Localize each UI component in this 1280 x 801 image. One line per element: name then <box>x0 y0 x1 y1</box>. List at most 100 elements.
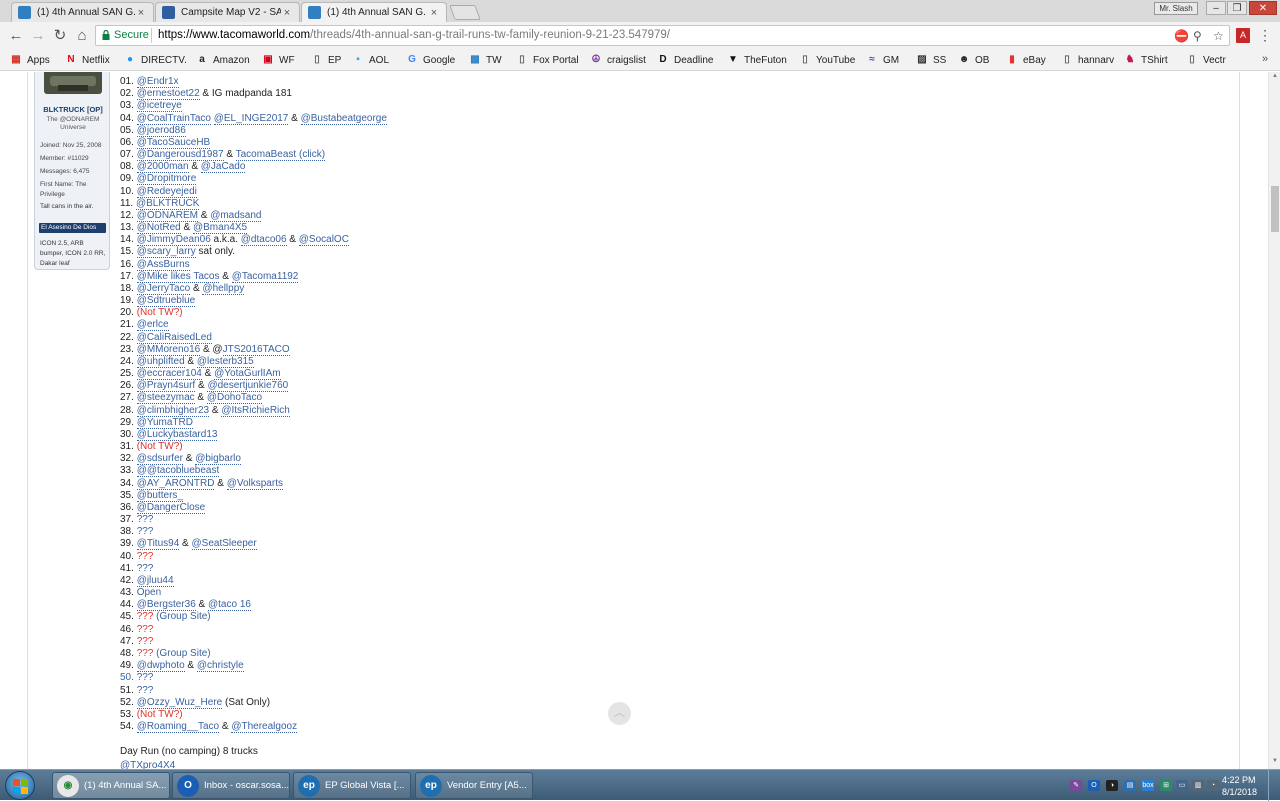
user-mention-link[interactable]: @jluu44 <box>136 574 174 587</box>
bookmark-netflix[interactable]: N Netflix <box>65 53 109 67</box>
bookmark-craigslist[interactable]: ☮ craigslist <box>590 53 646 67</box>
bookmark-thefuton[interactable]: ▼ TheFuton <box>727 53 787 67</box>
user-mention-link[interactable]: @eccracer104 <box>136 368 202 381</box>
bookmark-aol[interactable]: ▪ AOL <box>352 53 389 67</box>
taskbar-window-button[interactable]: ◉ (1) 4th Annual SA... <box>52 772 170 799</box>
tab-close-icon[interactable]: × <box>135 7 147 19</box>
browser-tab[interactable]: (1) 4th Annual SAN G. TR × <box>11 2 154 22</box>
user-mention-link[interactable]: @MMoreno16 <box>136 343 201 356</box>
scroll-to-top-button[interactable]: ︿ <box>608 702 631 725</box>
user-mention-link[interactable]: TacomaBeast (click) <box>235 149 326 162</box>
user-mention-link[interactable]: @YumaTRD <box>136 416 193 429</box>
user-mention-link[interactable]: @JaCado <box>200 161 246 174</box>
user-mention-link[interactable]: @ODNAREM <box>136 209 198 222</box>
user-mention-link[interactable]: @NotRed <box>136 222 181 235</box>
user-mention-link[interactable]: @Tacoma1192 <box>231 270 299 283</box>
bookmark-ss[interactable]: ▨ SS <box>916 53 946 67</box>
bookmark-hannarv[interactable]: ▯ hannarv <box>1061 53 1114 67</box>
system-tray-icon[interactable]: ▭ <box>1176 780 1188 791</box>
user-mention-link[interactable]: @uhplifted <box>136 355 185 368</box>
minimize-button[interactable]: – <box>1206 1 1226 15</box>
restore-button[interactable]: ❐ <box>1227 1 1247 15</box>
user-mention-link[interactable]: @erlce <box>136 319 169 332</box>
user-mention-link[interactable]: @DohoTaco <box>206 392 263 405</box>
bookmark-youtube[interactable]: ▯ YouTube <box>799 53 855 67</box>
user-mention-link[interactable]: @sdsurfer <box>136 453 183 466</box>
bookmark-gm[interactable]: ≈ GM <box>866 53 899 67</box>
bookmark-ebay[interactable]: ▮ eBay <box>1006 53 1046 67</box>
tab-close-icon[interactable]: × <box>428 7 440 19</box>
bookmark-wf[interactable]: ▣ WF <box>262 53 294 67</box>
username[interactable]: BLKTRUCK [OP] <box>35 105 111 114</box>
system-tray-icon[interactable]: ▥ <box>1192 780 1204 791</box>
user-mention-link[interactable]: @2000man <box>136 161 189 174</box>
close-window-button[interactable]: ✕ <box>1249 1 1277 15</box>
scroll-up-icon[interactable]: ▲ <box>1272 73 1278 79</box>
user-mention-link[interactable]: @SocalOC <box>298 234 349 247</box>
taskbar-window-button[interactable]: ep EP Global Vista [... <box>293 772 411 799</box>
user-mention-link[interactable]: @CoalTrainTaco <box>136 112 211 125</box>
user-mention-link[interactable]: @Bman4X5 <box>192 222 248 235</box>
start-button[interactable] <box>5 771 35 800</box>
user-mention-link[interactable]: @Roaming__Taco <box>136 721 220 733</box>
system-tray-icon[interactable]: ✎ <box>1070 780 1082 791</box>
new-tab-button[interactable] <box>449 5 481 20</box>
system-tray-icon[interactable]: O <box>1088 780 1100 791</box>
system-tray-icon[interactable]: box <box>1142 780 1154 791</box>
user-mention-link[interactable]: @icetreye <box>136 100 182 113</box>
user-mention-link[interactable]: @@tacobluebeast <box>136 465 220 478</box>
taskbar-window-button[interactable]: ep Vendor Entry [A5... <box>415 772 533 799</box>
bookmark-tw[interactable]: ▩ TW <box>469 53 501 67</box>
url-text[interactable]: https://www.tacomaworld.com/threads/4th-… <box>158 26 670 45</box>
extension-icon[interactable]: ⛔ <box>1174 27 1189 46</box>
user-mention-link[interactable]: @JimmyDean06 <box>136 234 211 247</box>
bookmark-apps[interactable]: ▦ Apps <box>10 53 50 67</box>
bookmark-tshirt[interactable]: ♞ TShirt <box>1124 53 1168 67</box>
bookmark-ep[interactable]: ▯ EP <box>311 53 341 67</box>
day-run-user-link[interactable]: @TXpro4X4 <box>120 760 175 769</box>
user-mention-link[interactable]: @hellppy <box>202 282 245 295</box>
system-tray-icon[interactable]: ⊞ <box>1160 780 1172 791</box>
home-icon[interactable]: ⌂ <box>72 26 92 46</box>
system-tray-icon[interactable]: ◑ <box>1106 780 1118 791</box>
back-icon[interactable]: ← <box>6 26 26 46</box>
bookmark-star-icon[interactable]: ☆ <box>1213 27 1224 46</box>
bookmark-directv[interactable]: ● DIRECTV. <box>124 53 187 67</box>
user-mention-link[interactable]: @desertjunkie760 <box>207 380 289 393</box>
zoom-icon[interactable]: ⚲ <box>1193 27 1202 46</box>
user-mention-link[interactable]: @ItsRichieRich <box>221 404 290 417</box>
user-mention-link[interactable]: @AssBurns <box>136 258 190 271</box>
bookmark-deadline[interactable]: D Deadline <box>657 53 713 67</box>
clock-date[interactable]: 8/1/2018 <box>1222 787 1257 797</box>
user-mention-link[interactable]: @Luckybastard13 <box>136 428 218 441</box>
reload-icon[interactable]: ↻ <box>50 26 70 46</box>
avatar[interactable] <box>44 72 102 94</box>
forward-icon[interactable]: → <box>28 26 48 46</box>
bookmark-ob[interactable]: ☻ OB <box>958 53 990 67</box>
user-mention-link[interactable]: @Bustabeatgeorge <box>300 112 387 125</box>
user-mention-link[interactable]: @steezymac <box>136 392 195 405</box>
scrollbar-thumb[interactable] <box>1271 186 1279 232</box>
user-mention-link[interactable]: @climbhigher23 <box>136 404 210 417</box>
user-mention-link[interactable]: @ernestoet22 <box>136 88 200 101</box>
user-mention-link[interactable]: @YotaGurlIAm <box>214 368 281 381</box>
show-desktop-button[interactable] <box>1268 770 1280 801</box>
user-mention-link[interactable]: @JerryTaco <box>136 282 191 295</box>
user-mention-link[interactable]: @Volksparts <box>226 477 283 490</box>
user-mention-link[interactable]: @madsand <box>210 209 262 222</box>
user-mention-link[interactable]: @christyle <box>196 660 244 673</box>
browser-menu-icon[interactable]: ⋮ <box>1258 27 1272 44</box>
system-tray-icon[interactable]: ▤ <box>1124 780 1136 791</box>
user-mention-link[interactable]: @Titus94 <box>136 538 180 551</box>
user-mention-link[interactable]: @SeatSleeper <box>191 538 257 551</box>
profile-button[interactable]: Mr. Slash <box>1154 2 1198 15</box>
acrobat-extension-icon[interactable]: A <box>1236 28 1250 43</box>
user-mention-link[interactable]: @CaliRaisedLed <box>136 331 212 344</box>
user-mention-link[interactable]: @Bergster36 <box>136 599 196 612</box>
user-mention-link[interactable]: @TacoSauceHB <box>136 136 211 149</box>
bookmark-fox-portal[interactable]: ▯ Fox Portal <box>516 53 578 67</box>
user-mention-link[interactable]: @scary_larry <box>136 246 196 259</box>
user-mention-link[interactable]: @Dropitmore <box>136 173 197 186</box>
bookmark-amazon[interactable]: a Amazon <box>196 53 249 67</box>
user-mention-link[interactable]: @lesterb315 <box>196 355 254 368</box>
